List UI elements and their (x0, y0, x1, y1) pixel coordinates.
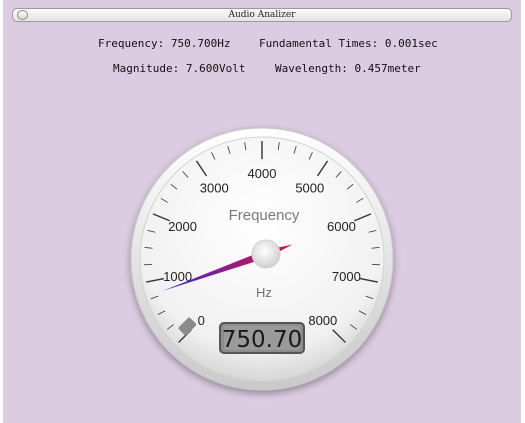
tick-label: 0 (198, 313, 205, 328)
frequency-gauge: 010002000300040005000600070008000 Freque… (130, 127, 394, 391)
tick-label: 5000 (295, 180, 324, 195)
gauge-title: Frequency (229, 207, 300, 224)
gauge-hub (251, 239, 281, 269)
gauge-unit: Hz (256, 285, 272, 300)
gauge-display-value: 750.70 (222, 327, 302, 353)
app-window: Audio Analizer Frequency: 750.700Hz Fund… (3, 0, 521, 423)
tick-label: 4000 (248, 166, 277, 181)
tick-label: 3000 (200, 180, 229, 195)
tick-label: 7000 (332, 269, 361, 284)
tick-label: 2000 (168, 219, 197, 234)
tick-label: 8000 (308, 313, 337, 328)
tick-label: 6000 (327, 219, 356, 234)
